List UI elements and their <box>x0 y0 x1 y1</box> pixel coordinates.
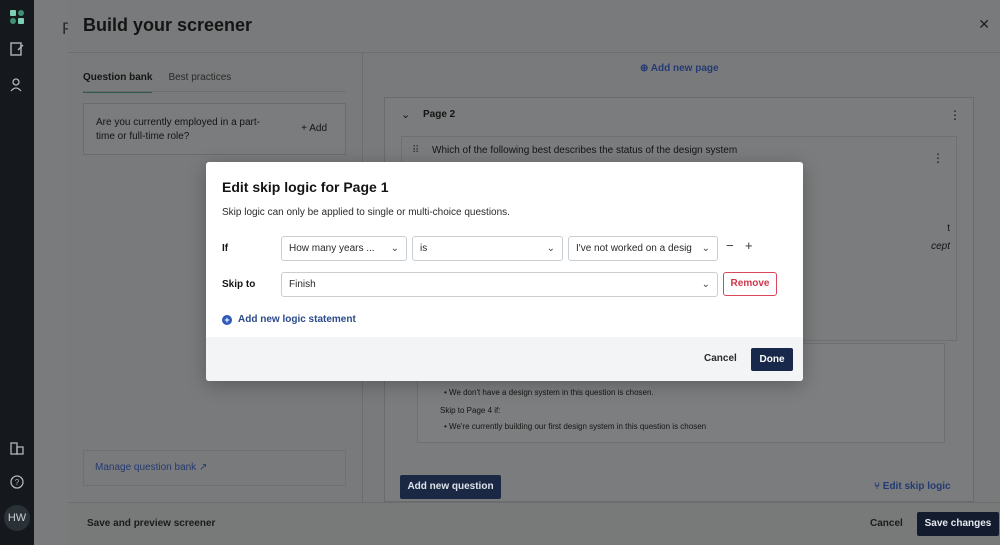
save-changes-button[interactable]: Save changes <box>917 512 999 536</box>
chevron-down-icon: ⌄ <box>390 243 399 254</box>
logic-line: • We're currently building our first des… <box>444 422 707 431</box>
organization-icon[interactable] <box>9 440 25 456</box>
branch-icon: ⑂ <box>874 481 880 492</box>
sidebar-tabs: Question bank Best practices <box>83 72 231 93</box>
cancel-button[interactable]: Cancel <box>870 518 903 529</box>
skip-to-label: Skip to <box>222 279 256 290</box>
manage-question-bank-link[interactable]: Manage question bank ↗ <box>95 462 207 473</box>
background-page: P <box>34 0 73 545</box>
manage-question-bank-label: Manage question bank <box>95 462 197 473</box>
drag-handle-icon[interactable]: ⠿ <box>412 145 419 156</box>
sheet-title: Build your screener <box>83 15 253 35</box>
if-question-select[interactable]: How many years ... ⌄ <box>281 236 407 261</box>
plus-icon[interactable]: + <box>745 238 753 253</box>
logic-line: Skip to Page 4 if: <box>440 406 501 415</box>
help-icon[interactable]: ? <box>9 474 25 490</box>
external-link-icon: ↗ <box>198 462 208 473</box>
page-title: Page 2 <box>423 109 456 120</box>
answer-value: I've not worked on a desig <box>576 243 692 254</box>
partial-text: cept <box>931 241 950 252</box>
edit-skip-logic-label: Edit skip logic <box>882 481 951 492</box>
chevron-down-icon[interactable]: ⌄ <box>401 108 410 121</box>
modal-description: Skip logic can only be applied to single… <box>222 207 510 218</box>
sheet-footer: Save and preview screener Cancel Save ch… <box>68 502 1000 545</box>
divider <box>83 91 346 92</box>
done-button[interactable]: Done <box>751 348 793 371</box>
tab-question-bank[interactable]: Question bank <box>83 72 153 93</box>
logic-line: • We don't have a design system in this … <box>444 388 654 397</box>
modal-title: Edit skip logic for Page 1 <box>222 179 389 195</box>
save-preview-button[interactable]: Save and preview screener <box>87 518 215 529</box>
edit-skip-logic-button[interactable]: ⑂ Edit skip logic <box>874 481 951 492</box>
operator-select[interactable]: is ⌄ <box>412 236 563 261</box>
skip-to-select[interactable]: Finish ⌄ <box>281 272 718 297</box>
add-new-question-button[interactable]: Add new question <box>400 475 501 499</box>
skip-logic-modal: Edit skip logic for Page 1 Skip logic ca… <box>206 162 803 381</box>
question-text: Which of the following best describes th… <box>432 145 738 156</box>
add-logic-statement-button[interactable]: + Add new logic statement <box>222 314 356 325</box>
chevron-down-icon: ⌄ <box>546 243 555 254</box>
page-more-icon[interactable]: ⋮ <box>949 108 961 122</box>
question-bank-text: Are you currently employed in a part-tim… <box>96 117 260 142</box>
skip-to-value: Finish <box>289 279 316 290</box>
add-new-page-label: Add new page <box>650 63 719 74</box>
partial-text: t <box>947 223 950 234</box>
close-icon[interactable]: ✕ <box>978 16 990 33</box>
divider <box>68 52 1000 53</box>
manage-bank-box: Manage question bank ↗ <box>83 450 346 486</box>
chevron-down-icon: ⌄ <box>701 279 710 290</box>
operator-value: is <box>420 243 428 254</box>
remove-button[interactable]: Remove <box>723 272 777 296</box>
add-question-button[interactable]: + Add <box>301 123 327 134</box>
svg-text:?: ? <box>15 478 20 487</box>
answer-select[interactable]: I've not worked on a desig ⌄ <box>568 236 718 261</box>
if-question-value: How many years ... <box>289 243 375 254</box>
modal-footer: Cancel Done <box>206 337 803 381</box>
participants-icon[interactable] <box>9 77 25 93</box>
if-label: If <box>222 243 229 254</box>
question-bank-card: Are you currently employed in a part-tim… <box>83 103 346 155</box>
user-avatar[interactable]: HW <box>4 505 30 531</box>
minus-icon[interactable]: − <box>726 238 734 253</box>
app-logo-icon[interactable] <box>9 9 25 25</box>
question-more-icon[interactable]: ⋮ <box>932 151 944 165</box>
add-new-page-button[interactable]: ⊕ Add new page <box>640 63 719 74</box>
plus-circle-icon: + <box>222 314 232 325</box>
projects-icon[interactable] <box>9 41 25 57</box>
modal-cancel-button[interactable]: Cancel <box>704 353 737 364</box>
chevron-down-icon: ⌄ <box>701 243 710 254</box>
add-logic-label: Add new logic statement <box>238 314 356 325</box>
app-rail: ? HW <box>0 0 34 545</box>
tab-best-practices[interactable]: Best practices <box>168 72 231 93</box>
